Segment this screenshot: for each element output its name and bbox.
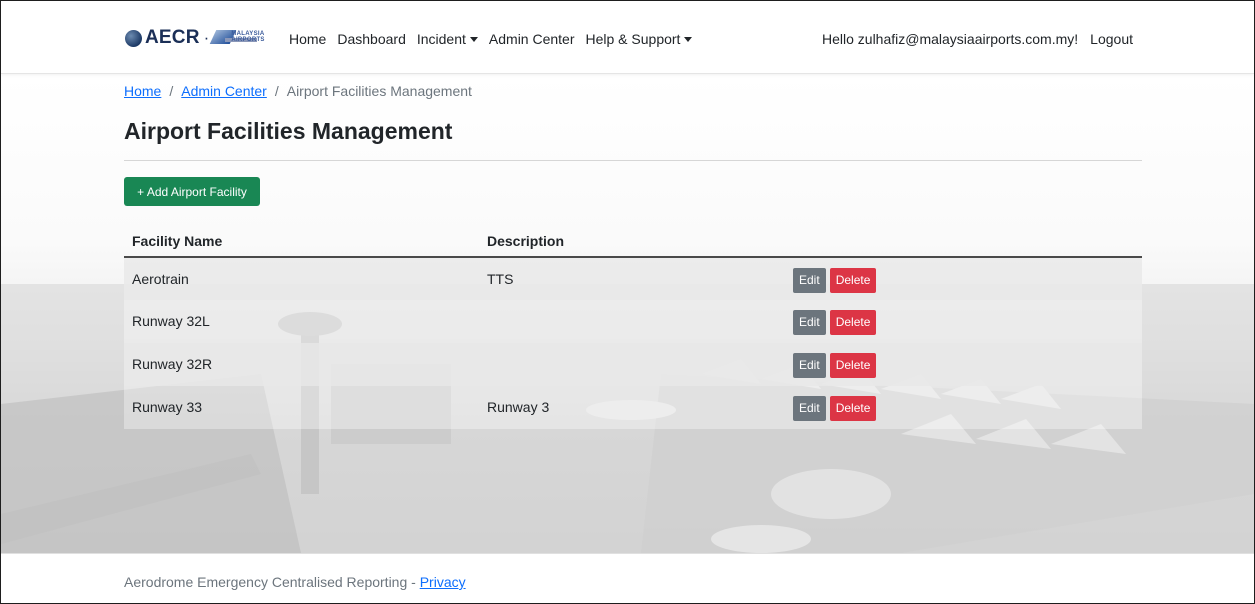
actions-cell: Edit Delete [785,343,1142,386]
edit-button[interactable]: Edit [793,396,826,421]
delete-button[interactable]: Delete [829,396,877,421]
edit-button[interactable]: Edit [793,310,826,335]
nav-dashboard[interactable]: Dashboard [337,31,406,47]
facility-name-cell: Aerotrain [124,257,479,300]
edit-button[interactable]: Edit [793,353,826,378]
brand-name: AECR [145,27,200,48]
breadcrumb: Home / Admin Center / Airport Facilities… [124,83,472,99]
caret-down-icon [469,36,478,42]
page-title: Airport Facilities Management [124,118,453,144]
nav-incident-dropdown[interactable]: Incident [417,31,478,47]
privacy-link[interactable]: Privacy [420,574,466,590]
globe-logo-icon [125,29,142,47]
caret-down-icon [684,36,693,42]
description-cell: Runway 3 [479,386,785,429]
facilities-table: Facility Name Description Aerotrain TTS … [124,225,1142,429]
brand-logo[interactable]: AECR · MALAYSIA AIRPORTS [125,27,264,49]
header-description: Description [479,225,785,258]
brand-separator: · [203,28,210,47]
user-area: Hello zulhafiz@malaysiaairports.com.my! … [822,31,1133,47]
nav-incident-label: Incident [416,31,466,47]
breadcrumb-separator: / [169,83,174,99]
footer-app-name: Aerodrome Emergency Centralised Reportin… [124,574,420,590]
nav-help-support-label: Help & Support [585,31,681,47]
header-facility-name: Facility Name [124,225,479,258]
nav-admin-center[interactable]: Admin Center [489,31,575,47]
edit-button[interactable]: Edit [793,268,826,293]
delete-button[interactable]: Delete [829,353,877,378]
header-actions [785,225,1142,258]
add-airport-facility-button[interactable]: + Add Airport Facility [124,177,260,206]
actions-cell: Edit Delete [785,386,1142,429]
table-row: Runway 33 Runway 3 Edit Delete [124,386,1142,429]
delete-button[interactable]: Delete [829,268,877,293]
actions-cell: Edit Delete [785,300,1142,343]
table-row: Runway 32L Edit Delete [124,300,1142,343]
breadcrumb-current: Airport Facilities Management [286,83,472,99]
user-greeting[interactable]: Hello zulhafiz@malaysiaairports.com.my! [822,31,1078,47]
facility-name-cell: Runway 32R [124,343,479,386]
breadcrumb-admin-center[interactable]: Admin Center [181,83,267,99]
description-cell [479,343,785,386]
footer-text: Aerodrome Emergency Centralised Reportin… [124,574,466,590]
table-header-row: Facility Name Description [124,225,1142,258]
breadcrumb-home[interactable]: Home [124,83,161,99]
facility-name-cell: Runway 32L [124,300,479,343]
malaysia-airports-logo: MALAYSIA AIRPORTS [210,28,264,48]
table-row: Aerotrain TTS Edit Delete [124,257,1142,300]
facility-name-cell: Runway 33 [124,386,479,429]
nav-links: Home Dashboard Incident Admin Center Hel… [289,31,703,47]
page-footer: Aerodrome Emergency Centralised Reportin… [1,553,1254,603]
app-window: AECR · MALAYSIA AIRPORTS Home Dashboard … [0,0,1255,604]
nav-home[interactable]: Home [289,31,326,47]
title-divider [124,160,1142,161]
nav-help-support-dropdown[interactable]: Help & Support [586,31,693,47]
breadcrumb-separator: / [274,83,279,99]
actions-cell: Edit Delete [785,257,1142,300]
delete-button[interactable]: Delete [829,310,877,335]
top-navbar: AECR · MALAYSIA AIRPORTS Home Dashboard … [1,1,1254,74]
description-cell [479,300,785,343]
table-row: Runway 32R Edit Delete [124,343,1142,386]
logout-link[interactable]: Logout [1090,31,1133,47]
main-content: Home / Admin Center / Airport Facilities… [1,74,1254,553]
description-cell: TTS [479,257,785,300]
